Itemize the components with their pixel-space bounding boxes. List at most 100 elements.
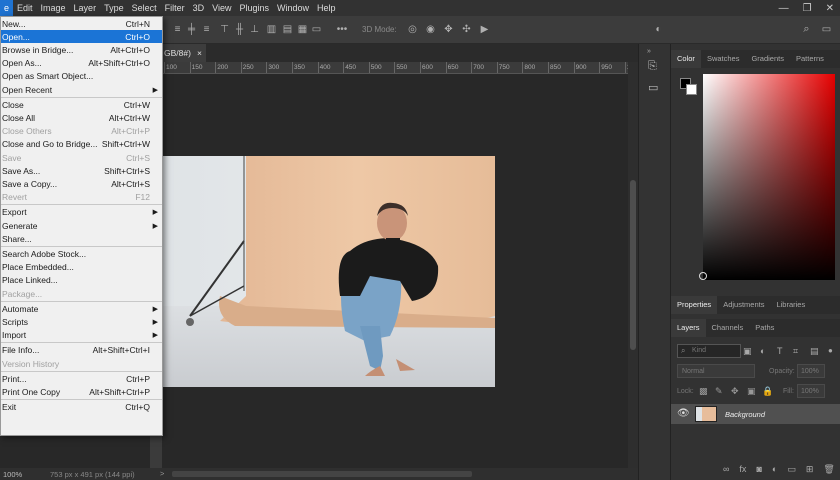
fill-input[interactable]: 100%	[797, 384, 825, 398]
3d-pan-icon[interactable]: ✥	[443, 24, 454, 35]
menu-item-close-all[interactable]: Close All Alt+Ctrl+W	[1, 111, 162, 124]
tab-color[interactable]: Color	[671, 50, 701, 68]
filter-toggle-icon[interactable]: ●	[828, 346, 833, 355]
zoom-level[interactable]: 100%	[3, 470, 22, 479]
filter-type-icon[interactable]: T	[777, 346, 783, 356]
share-user-icon[interactable]: ◐	[653, 24, 664, 35]
menu-item-exit[interactable]: Exit Ctrl+Q	[1, 401, 162, 414]
link-layers-icon[interactable]: ∞	[723, 464, 729, 478]
menu-item-file-info[interactable]: File Info... Alt+Shift+Ctrl+I	[1, 344, 162, 357]
menu-item-open-as-smart-object[interactable]: Open as Smart Object...	[1, 70, 162, 83]
more-options-icon[interactable]: •••	[334, 24, 350, 35]
menu-item-open[interactable]: Open... Ctrl+O	[1, 30, 162, 44]
tab-adjustments[interactable]: Adjustments	[717, 296, 770, 314]
comments-icon[interactable]: ▭	[648, 81, 662, 95]
delete-layer-icon[interactable]: 🗑	[823, 464, 834, 478]
menu-image[interactable]: Image	[37, 0, 70, 16]
horizontal-scrollbar[interactable]	[172, 471, 472, 477]
add-mask-icon[interactable]: ◙	[756, 464, 761, 478]
tab-layers[interactable]: Layers	[671, 319, 706, 337]
menu-item-generate[interactable]: Generate ▶	[1, 219, 162, 232]
close-tab-icon[interactable]: ×	[197, 48, 202, 58]
menu-type[interactable]: Type	[100, 0, 128, 16]
tab-gradients[interactable]: Gradients	[745, 50, 790, 68]
tab-paths[interactable]: Paths	[749, 319, 780, 337]
background-color-swatch[interactable]	[686, 84, 697, 95]
filter-smartobject-icon[interactable]: ▤	[810, 346, 819, 357]
close-window-icon[interactable]: ✕	[826, 3, 834, 14]
3d-orbit-icon[interactable]: ◎	[407, 24, 418, 35]
vertical-scrollbar-thumb[interactable]	[630, 180, 636, 350]
filter-shape-icon[interactable]: ⌗	[793, 346, 798, 357]
menu-item-print[interactable]: Print... Ctrl+P	[1, 372, 162, 385]
tab-libraries[interactable]: Libraries	[770, 296, 811, 314]
tab-channels[interactable]: Channels	[706, 319, 750, 337]
menu-help[interactable]: Help	[313, 0, 340, 16]
lock-artboard-icon[interactable]: ▣	[747, 386, 756, 397]
new-layer-icon[interactable]: ⊞	[806, 464, 814, 478]
align-right-icon[interactable]: ≡	[201, 24, 212, 35]
align-left-icon[interactable]: ≡	[172, 24, 183, 35]
menu-item-new[interactable]: New... Ctrl+N	[1, 17, 162, 30]
menu-item-export[interactable]: Export ▶	[1, 206, 162, 219]
lock-image-icon[interactable]: ✎	[715, 386, 723, 397]
align-top-icon[interactable]: ⊤	[219, 24, 230, 35]
tab-swatches[interactable]: Swatches	[701, 50, 746, 68]
menu-item-automate[interactable]: Automate ▶	[1, 302, 162, 315]
lock-all-icon[interactable]: 🔒	[762, 386, 773, 397]
minimize-icon[interactable]: —	[779, 3, 789, 14]
3d-slide-icon[interactable]: ✣	[461, 24, 472, 35]
align-middle-icon[interactable]: ╫	[234, 24, 245, 35]
color-picker-handle[interactable]	[699, 272, 707, 280]
menu-item-open-recent[interactable]: Open Recent ▶	[1, 83, 162, 96]
layer-visibility-eye-icon[interactable]: 👁	[677, 408, 690, 419]
menu-item-print-one-copy[interactable]: Print One Copy Alt+Shift+Ctrl+P	[1, 385, 162, 398]
new-adjustment-icon[interactable]: ◐	[772, 464, 777, 478]
align-center-icon[interactable]: ╪	[186, 24, 197, 35]
workspace-icon[interactable]: ▭	[821, 24, 832, 35]
opacity-input[interactable]: 100%	[797, 364, 825, 378]
history-icon[interactable]: ⎘	[648, 60, 662, 74]
menu-item-search-adobe-stock[interactable]: Search Adobe Stock...	[1, 247, 162, 260]
menu-item-place-linked[interactable]: Place Linked...	[1, 274, 162, 287]
menu-select[interactable]: Select	[128, 0, 161, 16]
menu-item-save-a-copy[interactable]: Save a Copy... Alt+Ctrl+S	[1, 177, 162, 190]
align-bottom-icon[interactable]: ⊥	[249, 24, 260, 35]
menu-item-close[interactable]: Close Ctrl+W	[1, 98, 162, 111]
layer-row-background[interactable]: 👁 Background	[671, 404, 840, 424]
menu-layer[interactable]: Layer	[70, 0, 101, 16]
lock-position-icon[interactable]: ✥	[731, 386, 739, 397]
menu-edit[interactable]: Edit	[13, 0, 37, 16]
tab-properties[interactable]: Properties	[671, 296, 718, 314]
menu-item-open-as[interactable]: Open As... Alt+Shift+Ctrl+O	[1, 57, 162, 70]
menu-item-close-and-go-to-bridge[interactable]: Close and Go to Bridge... Shift+Ctrl+W	[1, 138, 162, 151]
filter-pixel-icon[interactable]: ▣	[743, 346, 752, 357]
menu-e[interactable]: e	[0, 0, 14, 16]
menu-item-browse-in-bridge[interactable]: Browse in Bridge... Alt+Ctrl+O	[1, 43, 162, 56]
3d-camera-icon[interactable]: ▶	[479, 24, 490, 35]
menu-item-share[interactable]: Share...	[1, 232, 162, 245]
menu-window[interactable]: Window	[273, 0, 313, 16]
align-to-icon[interactable]: ▭	[311, 24, 322, 35]
new-group-icon[interactable]: ▭	[787, 464, 796, 478]
menu-item-save-as[interactable]: Save As... Shift+Ctrl+S	[1, 164, 162, 177]
search-icon[interactable]: ⌕	[801, 24, 812, 35]
distribute-horizontal-icon[interactable]: ▦	[297, 24, 308, 35]
menu-plugins[interactable]: Plugins	[235, 0, 273, 16]
color-field[interactable]	[699, 74, 835, 280]
menu-item-import[interactable]: Import ▶	[1, 329, 162, 342]
layer-name[interactable]: Background	[725, 410, 765, 419]
blend-mode-select[interactable]: Normal	[677, 364, 755, 378]
layer-filter-kind[interactable]: ⌕ Kind	[677, 344, 741, 358]
maximize-icon[interactable]: ❐	[803, 3, 812, 14]
menu-3d[interactable]: 3D	[189, 0, 209, 16]
menu-view[interactable]: View	[208, 0, 235, 16]
filter-adjustment-icon[interactable]: ◐	[760, 346, 765, 356]
menu-filter[interactable]: Filter	[161, 0, 189, 16]
distribute-icon[interactable]: ▥	[266, 24, 277, 35]
layer-fx-icon[interactable]: fx	[739, 464, 746, 478]
collapse-strip-icon[interactable]: »	[647, 48, 661, 55]
status-arrow-icon[interactable]: >	[160, 469, 164, 478]
menu-item-place-embedded[interactable]: Place Embedded...	[1, 261, 162, 274]
lock-transparent-icon[interactable]: ▩	[699, 386, 708, 397]
